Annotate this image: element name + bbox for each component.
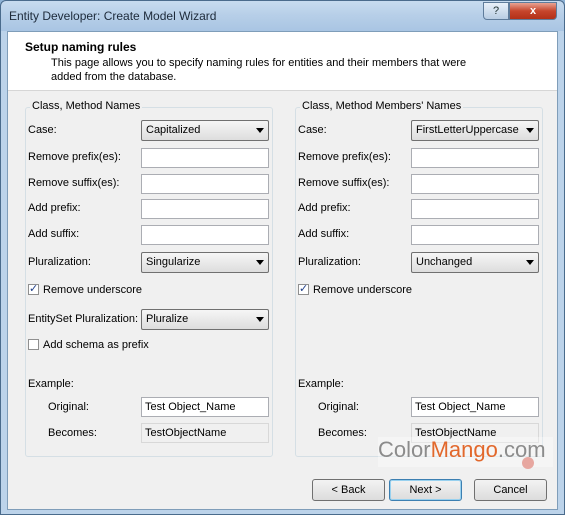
remove-underscore-label: Remove underscore xyxy=(313,284,413,296)
pluralization-select-value: Singularize xyxy=(146,256,201,268)
close-icon: x xyxy=(529,5,537,17)
pluralization-select-value: Unchanged xyxy=(416,256,473,268)
pluralization-label: Pluralization: xyxy=(28,256,91,268)
original-example-input[interactable]: Test Object_Name xyxy=(141,397,269,417)
chevron-down-icon xyxy=(256,128,264,133)
checkbox-checked-icon[interactable] xyxy=(298,282,309,295)
add-schema-label: Add schema as prefix xyxy=(43,339,149,351)
question-icon: ? xyxy=(492,5,500,17)
help-button[interactable]: ? xyxy=(483,2,509,20)
entityset-select-value: Pluralize xyxy=(146,313,189,325)
group-legend: Class, Method Members' Names xyxy=(300,100,464,112)
remove-prefix-input[interactable] xyxy=(141,148,269,168)
becomes-label: Becomes: xyxy=(48,427,97,439)
members-add-suffix-input[interactable] xyxy=(411,225,539,245)
example-label: Example: xyxy=(28,378,74,390)
cancel-button[interactable]: Cancel xyxy=(474,479,547,501)
add-prefix-input[interactable] xyxy=(141,199,269,219)
checkbox-checked-icon[interactable] xyxy=(28,282,39,295)
watermark-text-domain: .com xyxy=(497,437,546,462)
class-method-names-group: Class, Method Names Case: Capitalized Re… xyxy=(25,100,273,457)
add-prefix-label: Add prefix: xyxy=(298,202,351,214)
add-suffix-label: Add suffix: xyxy=(28,228,80,240)
remove-underscore-checkbox[interactable]: Remove underscore xyxy=(28,282,143,296)
members-original-example-input[interactable]: Test Object_Name xyxy=(411,397,539,417)
entityset-pluralization-select[interactable]: Pluralize xyxy=(141,309,269,330)
members-pluralization-select[interactable]: Unchanged xyxy=(411,252,539,273)
page-header: Setup naming rules This page allows you … xyxy=(8,32,557,91)
mango-logo-icon xyxy=(522,457,534,469)
pluralization-label: Pluralization: xyxy=(298,256,361,268)
entityset-pluralization-label: EntitySet Pluralization: xyxy=(28,313,139,325)
members-remove-prefix-input[interactable] xyxy=(411,148,539,168)
members-case-select[interactable]: FirstLetterUppercase xyxy=(411,120,539,141)
remove-suffix-input[interactable] xyxy=(141,174,269,194)
page-description: This page allows you to specify naming r… xyxy=(51,57,467,83)
wizard-client-area: Setup naming rules This page allows you … xyxy=(7,31,558,510)
title-bar[interactable]: Entity Developer: Create Model Wizard ? … xyxy=(1,1,564,31)
original-label: Original: xyxy=(48,401,89,413)
case-select-value: Capitalized xyxy=(146,124,201,136)
remove-suffix-label: Remove suffix(es): xyxy=(28,177,120,189)
add-suffix-label: Add suffix: xyxy=(298,228,350,240)
remove-suffix-label: Remove suffix(es): xyxy=(298,177,390,189)
next-button[interactable]: Next > xyxy=(389,479,462,501)
chevron-down-icon xyxy=(256,260,264,265)
case-label: Case: xyxy=(28,124,57,136)
becomes-label: Becomes: xyxy=(318,427,367,439)
page-title: Setup naming rules xyxy=(25,40,137,54)
wizard-window: Entity Developer: Create Model Wizard ? … xyxy=(0,0,565,515)
chevron-down-icon xyxy=(526,260,534,265)
pluralization-select[interactable]: Singularize xyxy=(141,252,269,273)
members-remove-suffix-input[interactable] xyxy=(411,174,539,194)
checkbox-unchecked-icon[interactable] xyxy=(28,339,39,350)
case-select[interactable]: Capitalized xyxy=(141,120,269,141)
watermark-text-color: Color xyxy=(378,437,431,462)
chevron-down-icon xyxy=(526,128,534,133)
case-label: Case: xyxy=(298,124,327,136)
example-label: Example: xyxy=(298,378,344,390)
members-add-prefix-input[interactable] xyxy=(411,199,539,219)
window-title: Entity Developer: Create Model Wizard xyxy=(9,9,217,23)
add-schema-checkbox[interactable]: Add schema as prefix xyxy=(28,339,149,351)
add-suffix-input[interactable] xyxy=(141,225,269,245)
chevron-down-icon xyxy=(256,317,264,322)
colormango-watermark: ColorMango.com xyxy=(378,437,553,469)
class-method-members-names-group: Class, Method Members' Names Case: First… xyxy=(295,100,543,457)
back-button[interactable]: < Back xyxy=(312,479,385,501)
add-prefix-label: Add prefix: xyxy=(28,202,81,214)
remove-underscore-label: Remove underscore xyxy=(43,284,143,296)
becomes-example-field: TestObjectName xyxy=(141,423,269,443)
watermark-text-mango: Mango xyxy=(430,437,498,462)
remove-prefix-label: Remove prefix(es): xyxy=(298,151,391,163)
members-remove-underscore-checkbox[interactable]: Remove underscore xyxy=(298,282,413,296)
original-label: Original: xyxy=(318,401,359,413)
group-legend: Class, Method Names xyxy=(30,100,143,112)
remove-prefix-label: Remove prefix(es): xyxy=(28,151,121,163)
close-button[interactable]: x xyxy=(509,2,557,20)
case-select-value: FirstLetterUppercase xyxy=(416,124,519,136)
